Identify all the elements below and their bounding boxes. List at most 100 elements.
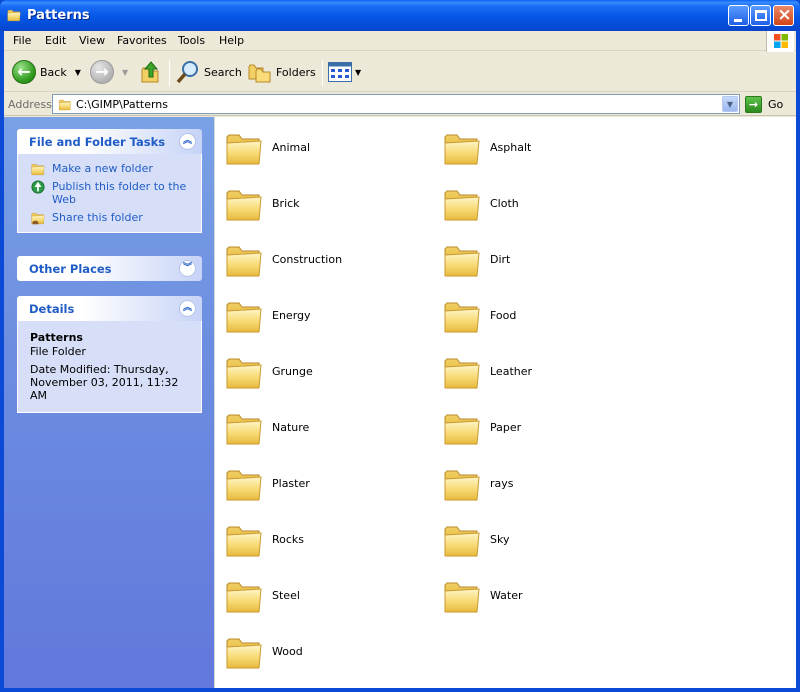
go-button[interactable]: Go — [768, 98, 783, 111]
folder-item[interactable]: Brick — [225, 185, 425, 233]
folder-item[interactable]: Food — [443, 297, 643, 345]
back-arrow-icon: ← — [12, 60, 36, 84]
details-type: File Folder — [30, 345, 86, 358]
collapse-chevron-icon[interactable]: ︽ — [179, 300, 196, 317]
address-dropdown-icon[interactable]: ▼ — [722, 96, 738, 112]
folder-item[interactable]: Leather — [443, 353, 643, 401]
folder-icon — [443, 185, 481, 223]
folder-item[interactable]: Nature — [225, 409, 425, 457]
folder-item[interactable]: Wood — [225, 633, 425, 681]
menu-favorites[interactable]: Favorites — [117, 34, 167, 47]
toolbar: ← Back ▼ → ▼ Search Folders ▼ — [4, 52, 796, 92]
folder-icon — [225, 241, 263, 279]
menu-tools[interactable]: Tools — [178, 34, 205, 47]
details-modified: Date Modified: Thursday, November 03, 20… — [30, 363, 179, 402]
folder-item[interactable]: Plaster — [225, 465, 425, 513]
panel-header[interactable]: Other Places ︾ — [17, 256, 202, 281]
folder-icon — [6, 8, 22, 22]
expand-chevron-icon[interactable]: ︾ — [179, 260, 196, 277]
go-arrow-icon[interactable]: → — [745, 96, 762, 113]
folder-view: Animal Asphalt Brick Cloth Construction … — [214, 117, 796, 688]
back-dropdown-icon[interactable]: ▼ — [75, 68, 81, 77]
views-grid-icon — [328, 62, 352, 82]
folder-icon — [443, 129, 481, 167]
folder-icon — [225, 521, 263, 559]
collapse-chevron-icon[interactable]: ︽ — [179, 133, 196, 150]
close-button[interactable]: × — [773, 5, 794, 26]
panel-header[interactable]: File and Folder Tasks ︽ — [17, 129, 202, 154]
publish-folder-link[interactable]: Publish this folder to the Web — [30, 180, 191, 206]
folder-icon — [443, 241, 481, 279]
search-button[interactable]: Search — [176, 58, 242, 86]
folder-item[interactable]: Cloth — [443, 185, 643, 233]
menu-edit[interactable]: Edit — [45, 34, 66, 47]
file-folder-tasks-panel: File and Folder Tasks ︽ Make a new folde… — [17, 129, 202, 233]
folder-item[interactable]: Grunge — [225, 353, 425, 401]
task-pane: File and Folder Tasks ︽ Make a new folde… — [4, 117, 214, 688]
folder-icon — [443, 353, 481, 391]
back-label: Back — [40, 65, 67, 79]
other-places-panel: Other Places ︾ — [17, 256, 202, 281]
maximize-button[interactable] — [750, 5, 771, 26]
menu-view[interactable]: View — [79, 34, 105, 47]
forward-arrow-icon: → — [90, 60, 114, 84]
make-new-folder-link[interactable]: Make a new folder — [30, 162, 191, 175]
folder-item[interactable]: Energy — [225, 297, 425, 345]
share-folder-link[interactable]: Share this folder — [30, 211, 191, 225]
folder-icon — [225, 129, 263, 167]
maximize-icon — [755, 10, 767, 21]
folder-icon — [225, 185, 263, 223]
folder-icon — [225, 409, 263, 447]
minimize-button[interactable] — [728, 5, 749, 26]
folder-item[interactable]: Construction — [225, 241, 425, 289]
window-client: File Edit View Favorites Tools Help ← Ba… — [4, 31, 796, 688]
folders-button[interactable]: Folders — [248, 58, 316, 86]
menu-bar: File Edit View Favorites Tools Help — [4, 31, 796, 52]
folder-item[interactable]: rays — [443, 465, 643, 513]
window-border — [0, 688, 800, 692]
folder-item[interactable]: Animal — [225, 129, 425, 177]
folder-icon — [443, 465, 481, 503]
folders-icon — [248, 64, 271, 83]
search-label: Search — [204, 65, 242, 79]
folder-icon — [443, 521, 481, 559]
menu-file[interactable]: File — [13, 34, 31, 47]
address-bar: Address C:\GIMP\Patterns ▼ → Go — [4, 93, 796, 116]
windows-flag-icon — [774, 34, 788, 48]
publish-web-icon — [31, 180, 45, 194]
folder-item[interactable]: Rocks — [225, 521, 425, 569]
folder-item[interactable]: Asphalt — [443, 129, 643, 177]
forward-button[interactable]: → ▼ — [90, 58, 128, 86]
new-folder-icon — [30, 162, 46, 176]
panel-title: File and Folder Tasks — [29, 135, 166, 149]
toolbar-separator — [322, 60, 323, 86]
forward-dropdown-icon[interactable]: ▼ — [122, 68, 128, 77]
toolbar-separator — [169, 60, 170, 86]
folder-item[interactable]: Paper — [443, 409, 643, 457]
window-title: Patterns — [27, 8, 90, 23]
folders-label: Folders — [276, 65, 316, 79]
title-bar[interactable]: Patterns × — [0, 0, 800, 31]
details-name: Patterns — [30, 331, 83, 344]
minimize-icon — [734, 19, 742, 22]
views-button[interactable]: ▼ — [328, 58, 361, 86]
panel-title: Other Places — [29, 262, 112, 276]
folder-item[interactable]: Steel — [225, 577, 425, 625]
back-button[interactable]: ← Back ▼ — [12, 58, 81, 86]
folder-icon — [225, 353, 263, 391]
views-dropdown-icon[interactable]: ▼ — [355, 68, 361, 77]
folder-icon — [225, 633, 263, 671]
up-folder-icon — [141, 61, 159, 83]
menu-help[interactable]: Help — [219, 34, 244, 47]
folder-item[interactable]: Dirt — [443, 241, 643, 289]
details-panel: Details ︽ Patterns File Folder Date Modi… — [17, 296, 202, 413]
folder-item[interactable]: Sky — [443, 521, 643, 569]
address-input[interactable]: C:\GIMP\Patterns ▼ — [52, 94, 740, 114]
panel-body: Make a new folder Publish this folder to… — [17, 154, 202, 233]
folder-icon — [225, 297, 263, 335]
folder-icon — [443, 409, 481, 447]
up-folder-button[interactable] — [140, 58, 162, 86]
folder-icon — [443, 577, 481, 615]
panel-header[interactable]: Details ︽ — [17, 296, 202, 321]
folder-item[interactable]: Water — [443, 577, 643, 625]
